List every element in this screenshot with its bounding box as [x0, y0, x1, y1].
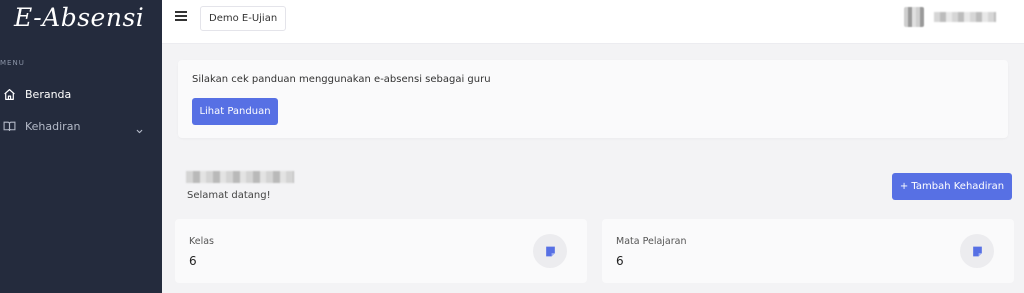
add-attendance-button[interactable]: + Tambah Kehadiran [892, 173, 1012, 200]
view-guide-button[interactable]: Lihat Panduan [192, 98, 278, 125]
user-menu[interactable] [904, 6, 1004, 28]
note-icon [960, 234, 994, 268]
app-logo[interactable]: E-Absensi [14, 3, 144, 32]
menu-section-label: MENU [0, 59, 25, 67]
sidebar-item-kehadiran[interactable]: Kehadiran [0, 113, 162, 139]
stat-card-mata-pelajaran: Mata Pelajaran 6 [602, 219, 1014, 283]
stat-value: 6 [616, 254, 624, 268]
menu-toggle-icon[interactable] [175, 11, 189, 23]
guide-notice-card: Silakan cek panduan menggunakan e-absens… [178, 60, 1008, 138]
sidebar-item-beranda[interactable]: Beranda [0, 81, 162, 107]
avatar [904, 7, 924, 27]
welcome-text: Selamat datang! [187, 190, 271, 201]
stat-card-kelas: Kelas 6 [175, 219, 587, 283]
stat-value: 6 [189, 254, 197, 268]
project-name-tag[interactable]: Demo E-Ujian [200, 6, 287, 31]
teacher-name-redacted [186, 171, 294, 183]
topbar: Demo E-Ujian [162, 0, 1024, 44]
guide-notice-text: Silakan cek panduan menggunakan e-absens… [192, 74, 491, 85]
sidebar-item-label: Beranda [25, 87, 72, 101]
stat-label: Mata Pelajaran [616, 236, 687, 247]
user-name-redacted [934, 12, 996, 22]
sidebar-item-label: Kehadiran [25, 119, 81, 133]
note-icon [533, 234, 567, 268]
home-icon [2, 87, 16, 101]
sidebar: E-Absensi MENU Beranda Kehadiran [0, 0, 162, 293]
book-icon [2, 119, 16, 133]
chevron-down-icon[interactable] [135, 121, 144, 140]
stat-label: Kelas [189, 236, 215, 247]
